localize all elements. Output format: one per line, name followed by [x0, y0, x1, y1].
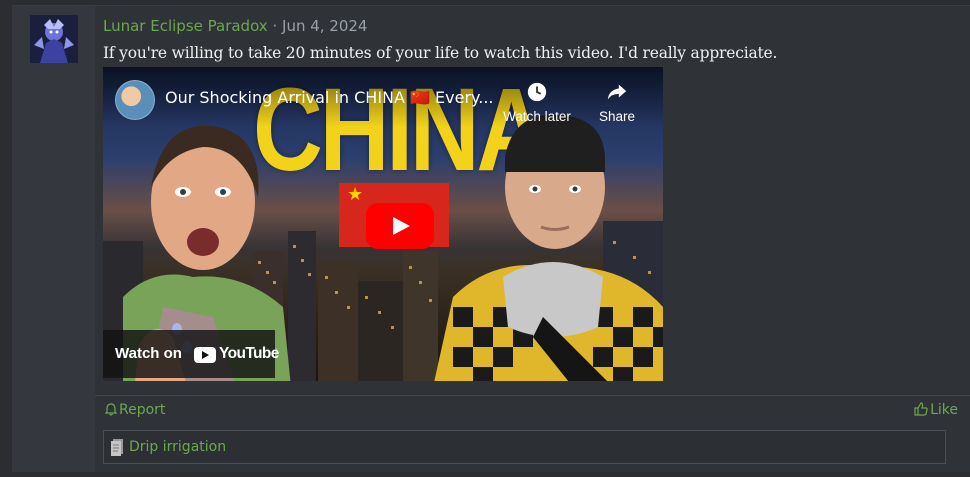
post-main: Lunar Eclipse Paradox · Jun 4, 2024 If y… — [95, 6, 970, 472]
like-button[interactable]: Like — [914, 402, 958, 418]
share-arrow-icon — [607, 84, 627, 100]
clock-icon — [527, 82, 547, 102]
watch-later-label: Watch later — [503, 109, 571, 124]
thumbs-up-icon — [914, 402, 928, 416]
avatar[interactable] — [30, 15, 78, 63]
author-link[interactable]: Lunar Eclipse Paradox — [103, 17, 268, 35]
bell-icon — [105, 403, 117, 416]
meta-separator: · — [272, 17, 278, 35]
channel-avatar[interactable] — [115, 80, 155, 120]
youtube-wordmark: YouTube — [219, 345, 279, 362]
post-message: If you're willing to take 20 minutes of … — [103, 44, 778, 62]
video-title[interactable]: Our Shocking Arrival in CHINA 🇨🇳 Every..… — [165, 88, 494, 107]
post-date[interactable]: Jun 4, 2024 — [282, 17, 367, 35]
share-label: Share — [598, 109, 636, 124]
youtube-embed[interactable]: CHINA ★ Our Shocking Arrival in CHINA 🇨🇳… — [103, 67, 663, 381]
play-button[interactable] — [366, 203, 434, 249]
flag-star-icon: ★ — [347, 184, 364, 204]
post-actions: Report Like — [95, 398, 970, 424]
report-label: Report — [119, 402, 166, 418]
signature-box: Drip irrigation — [103, 430, 946, 464]
forum-post: Lunar Eclipse Paradox · Jun 4, 2024 If y… — [12, 5, 970, 472]
signature-link[interactable]: Drip irrigation — [129, 439, 226, 455]
post-meta: Lunar Eclipse Paradox · Jun 4, 2024 — [103, 17, 367, 35]
watch-on-label: Watch on — [115, 345, 182, 362]
document-icon — [111, 439, 123, 456]
share-button[interactable]: Share — [595, 81, 639, 124]
watch-on-youtube-button[interactable]: Watch on YouTube — [103, 330, 279, 378]
youtube-play-icon — [194, 347, 216, 363]
report-button[interactable]: Report — [105, 402, 165, 418]
watch-later-button[interactable]: Watch later — [501, 81, 573, 124]
actions-divider — [95, 395, 970, 396]
post-sidebar — [12, 6, 95, 472]
like-label: Like — [930, 402, 958, 418]
